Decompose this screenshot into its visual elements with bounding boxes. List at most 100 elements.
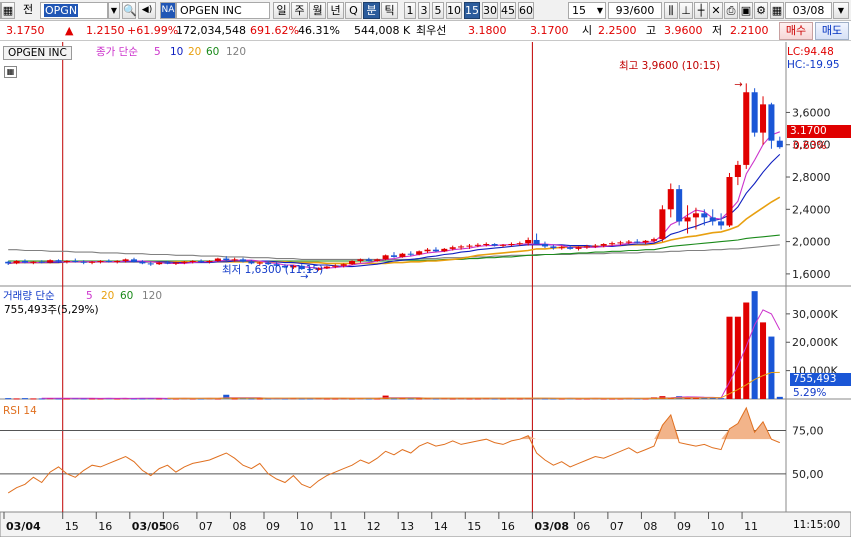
- interval-select[interactable]: 15 ▼: [568, 2, 606, 19]
- candle-body: [558, 247, 565, 249]
- price-tick-label: 1,6000: [792, 268, 831, 281]
- candle-body: [38, 261, 45, 263]
- candle-body: [676, 189, 683, 222]
- candle-body: [89, 261, 96, 263]
- interval-button-45[interactable]: 45: [500, 2, 516, 19]
- up-arrow-icon: ▲: [65, 24, 74, 37]
- candle-body: [709, 217, 716, 222]
- candle-body: [181, 261, 188, 263]
- code-value: OPGN: [44, 4, 79, 17]
- ask: 3.1800: [468, 24, 507, 37]
- candle-body: [533, 239, 540, 245]
- candle-body: [441, 248, 448, 252]
- x-axis-label: 03/05: [132, 520, 167, 533]
- candle-body: [349, 260, 356, 265]
- candle-body: [575, 247, 582, 249]
- ma10-label: 10: [170, 46, 184, 58]
- price-tick-label: 3,6000: [792, 106, 831, 119]
- period-button-4[interactable]: Q: [345, 2, 362, 19]
- best-label: 최우선: [416, 24, 447, 37]
- interval-button-5[interactable]: 5: [432, 2, 444, 19]
- high-arrow-icon: →: [734, 79, 742, 90]
- time-readout: 11:15:00: [793, 519, 841, 531]
- turnover: 46.31%: [298, 24, 340, 37]
- candle-body: [390, 255, 398, 257]
- vol-ma5-label: 5: [86, 290, 93, 302]
- ma20-label: 20: [188, 46, 202, 58]
- candle-body: [172, 262, 179, 264]
- x-axis-label: 06: [165, 520, 179, 533]
- candle-body: [474, 244, 481, 246]
- grid-icon[interactable]: ▦: [1, 2, 15, 19]
- candle-body: [516, 243, 523, 245]
- print-icon[interactable]: ⎙: [724, 2, 738, 19]
- high: 3.9600: [664, 24, 703, 37]
- chart-area[interactable]: 3,6000 3,2000 2,8000 2,4000 2,0000 1,6000 → → 30…: [0, 42, 851, 537]
- count-field: 93/600: [608, 2, 662, 19]
- volume-bar: [751, 291, 758, 399]
- candle-body: [72, 260, 79, 262]
- date-dropdown-icon[interactable]: ▼: [833, 2, 849, 19]
- vol-ma20-label: 20: [101, 290, 115, 302]
- quote-bar: 3.1750 ▲ 1.2150 +61.99% 172,034,548 691.…: [0, 21, 851, 41]
- volume-tick-label: 30,000K: [792, 308, 838, 321]
- save-icon[interactable]: ▣: [739, 2, 753, 19]
- candle-body: [365, 259, 372, 261]
- candle-body: [114, 260, 121, 262]
- period-button-2[interactable]: 월: [309, 2, 326, 19]
- volume-bar: [30, 398, 37, 400]
- rsi-tick-label: 50,00: [792, 468, 824, 481]
- candle-body: [47, 260, 54, 263]
- table-icon[interactable]: ▦: [4, 66, 17, 78]
- interval-button-10[interactable]: 10: [446, 2, 462, 19]
- search-icon[interactable]: 🔍: [122, 2, 137, 19]
- period-button-5[interactable]: 분: [363, 2, 380, 19]
- candle-body: [449, 247, 456, 249]
- volume-subtitle: 755,493주(5,29%): [4, 304, 99, 316]
- period-button-0[interactable]: 일: [273, 2, 290, 19]
- candle-body: [491, 244, 498, 246]
- speaker-icon[interactable]: ◀): [138, 2, 156, 19]
- candle-body: [525, 239, 532, 244]
- period-button-3[interactable]: 년: [327, 2, 344, 19]
- x-axis-label: 11: [744, 520, 758, 533]
- close-icon[interactable]: ✕: [709, 2, 723, 19]
- volume-bar: [5, 398, 12, 400]
- interval-button-30[interactable]: 30: [482, 2, 498, 19]
- lc-label: LC:94.48: [787, 46, 834, 58]
- volume-bar: [768, 336, 775, 399]
- x-axis-label: 09: [677, 520, 691, 533]
- code-dropdown-icon[interactable]: ▼: [108, 2, 120, 19]
- volume-title: 거래량 단순: [3, 290, 55, 302]
- sell-button[interactable]: 매도: [815, 22, 849, 40]
- candle-body: [214, 258, 221, 261]
- code-input[interactable]: OPGN: [40, 2, 108, 19]
- interval-button-1[interactable]: 1: [404, 2, 416, 19]
- x-axis-label: 09: [266, 520, 280, 533]
- date-field[interactable]: 03/08: [785, 2, 832, 19]
- candle-icon[interactable]: ┼: [694, 2, 708, 19]
- interval-button-60[interactable]: 60: [518, 2, 534, 19]
- volume-bar: [21, 398, 28, 400]
- rsi-tick-label: 75,00: [792, 424, 824, 437]
- interval-button-15[interactable]: 15: [464, 2, 480, 19]
- bars-icon[interactable]: ⫼: [664, 2, 678, 19]
- candle-body: [500, 244, 507, 246]
- last-volume-pct: 5.29%: [793, 387, 827, 399]
- period-button-1[interactable]: 주: [291, 2, 308, 19]
- buy-button[interactable]: 매수: [779, 22, 813, 40]
- x-axis-label: 03/08: [534, 520, 569, 533]
- calendar-icon[interactable]: ▦: [770, 2, 784, 19]
- candle-body: [240, 259, 247, 262]
- gear-icon[interactable]: ⚙: [754, 2, 768, 19]
- interval-button-3[interactable]: 3: [418, 2, 430, 19]
- candle-body: [189, 260, 196, 262]
- vol-ratio: 691.62%: [250, 24, 299, 37]
- tick-icon[interactable]: ⊥: [679, 2, 693, 19]
- candle-body: [659, 209, 666, 240]
- period-button-6[interactable]: 틱: [381, 2, 398, 19]
- chart-tab[interactable]: OPGEN INC: [3, 46, 72, 60]
- volume: 172,034,548: [176, 24, 246, 37]
- change: 1.2150: [86, 24, 125, 37]
- candle-body: [625, 241, 632, 243]
